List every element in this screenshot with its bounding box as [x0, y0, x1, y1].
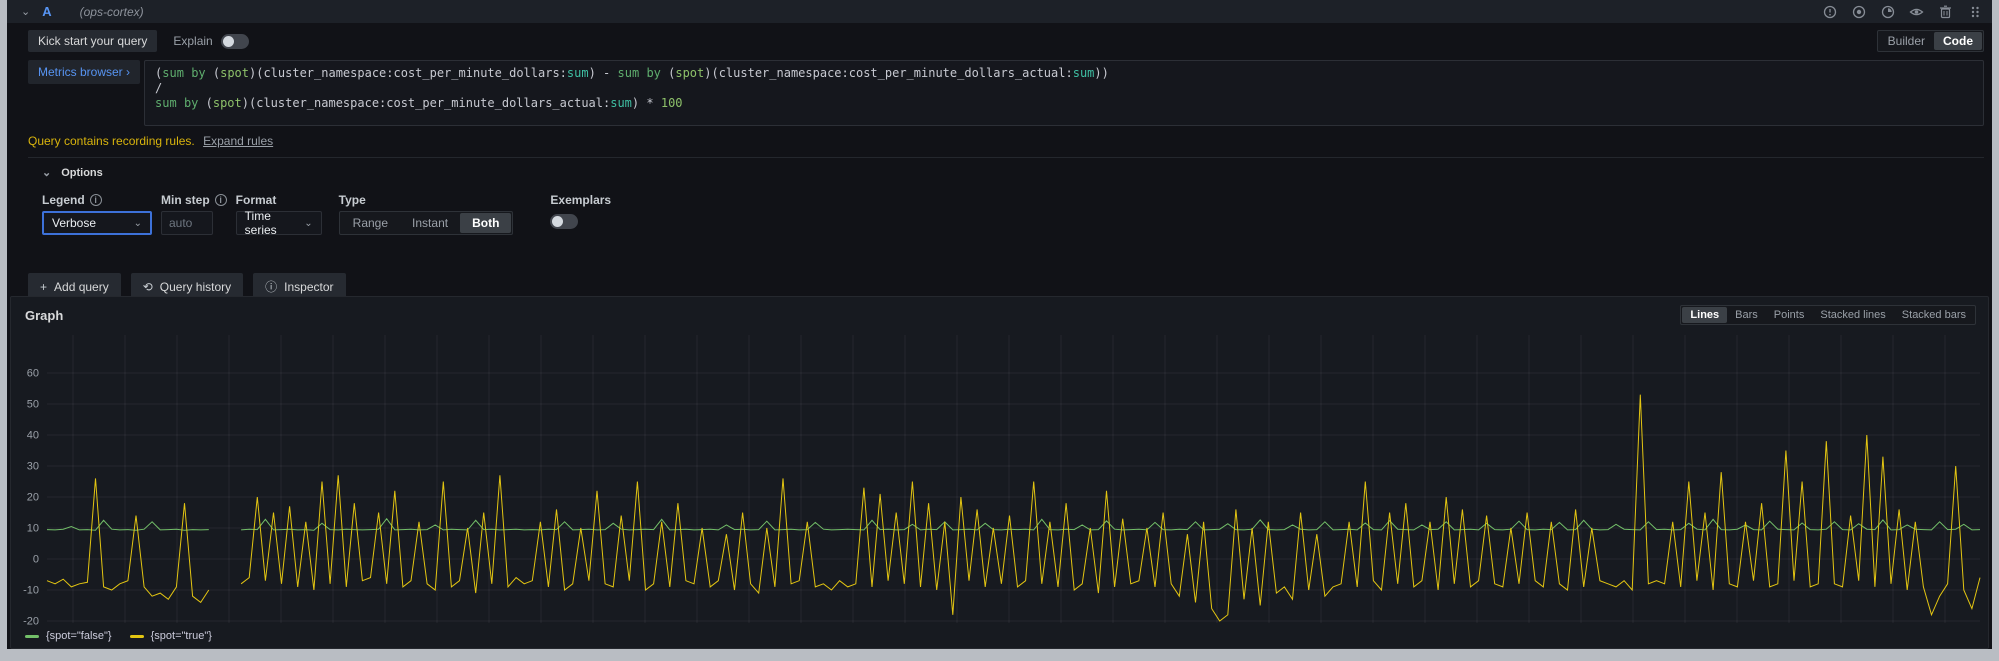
info-circle-icon: ⓘ — [265, 278, 277, 295]
svg-text:10: 10 — [27, 523, 39, 535]
query-row-header: ⌄ A (ops-cortex) — [7, 0, 1992, 23]
type-instant[interactable]: Instant — [400, 213, 460, 233]
series-swatch — [25, 635, 39, 638]
legend-label: Legend — [42, 193, 85, 207]
exemplars-label: Exemplars — [550, 193, 611, 207]
graph-mode-group: Lines Bars Points Stacked lines Stacked … — [1680, 305, 1976, 325]
svg-text:50: 50 — [27, 399, 39, 411]
info-icon: i — [215, 194, 227, 206]
metrics-browser-button[interactable]: Metrics browser › — [28, 60, 140, 84]
timeseries-chart[interactable]: 60 50 40 30 20 10 0 -10 -20 — [11, 327, 1988, 627]
query-ref-id: A — [42, 4, 51, 19]
explain-toggle[interactable] — [221, 34, 249, 49]
info-icon: i — [90, 194, 102, 206]
recording-rules-warning: Query contains recording rules. — [28, 134, 195, 148]
chevron-down-icon: ⌄ — [124, 218, 142, 229]
drag-handle-icon[interactable] — [1967, 4, 1982, 19]
type-label: Type — [339, 193, 366, 207]
eye-icon[interactable] — [1909, 4, 1924, 19]
graph-mode-stacked-lines[interactable]: Stacked lines — [1812, 307, 1893, 323]
kick-start-query-button[interactable]: Kick start your query — [28, 30, 157, 52]
trash-icon[interactable] — [1938, 4, 1953, 19]
collapse-query-icon[interactable]: ⌄ — [21, 5, 30, 18]
editor-mode-builder[interactable]: Builder — [1879, 32, 1934, 50]
options-section: ⌄ Options Legendi Verbose⌄ Min stepi For… — [28, 157, 1984, 235]
editor-mode-group: Builder Code — [1877, 30, 1984, 52]
series-swatch — [130, 635, 144, 638]
min-step-input[interactable] — [161, 211, 213, 235]
editor-mode-code[interactable]: Code — [1934, 32, 1982, 50]
legend-item-spot-false[interactable]: {spot="false"} — [25, 630, 112, 642]
legend-item-spot-true[interactable]: {spot="true"} — [130, 630, 212, 642]
type-both[interactable]: Both — [460, 213, 511, 233]
svg-text:20: 20 — [27, 492, 39, 504]
chevron-down-icon: ⌄ — [294, 218, 312, 229]
graph-panel-title: Graph — [25, 308, 63, 323]
explain-label: Explain — [173, 34, 212, 48]
svg-text:30: 30 — [27, 461, 39, 473]
exemplars-toggle[interactable] — [550, 214, 578, 229]
datasource-name: (ops-cortex) — [80, 5, 144, 19]
legend-select[interactable]: Verbose⌄ — [42, 211, 152, 235]
svg-text:0: 0 — [33, 554, 39, 566]
graph-mode-points[interactable]: Points — [1766, 307, 1813, 323]
graph-mode-lines[interactable]: Lines — [1682, 307, 1727, 323]
exclamation-circle-icon[interactable] — [1822, 4, 1837, 19]
promql-code-editor[interactable]: (sum by (spot)(cluster_namespace:cost_pe… — [144, 60, 1984, 126]
plus-icon: + — [40, 280, 47, 294]
history-icon: ⟲ — [143, 280, 153, 294]
graph-mode-bars[interactable]: Bars — [1727, 307, 1766, 323]
graph-mode-stacked-bars[interactable]: Stacked bars — [1894, 307, 1974, 323]
svg-text:-20: -20 — [23, 616, 39, 628]
format-label: Format — [236, 193, 277, 207]
svg-text:40: 40 — [27, 430, 39, 442]
svg-text:-10: -10 — [23, 585, 39, 597]
graph-panel: Graph Lines Bars Points Stacked lines St… — [10, 296, 1989, 649]
record-circle-icon[interactable] — [1851, 4, 1866, 19]
chart-legend: {spot="false"} {spot="true"} — [25, 630, 212, 642]
format-select[interactable]: Time series⌄ — [236, 211, 322, 235]
clock-icon[interactable] — [1880, 4, 1895, 19]
chevron-down-icon: ⌄ — [42, 166, 51, 179]
explore-view: ⌄ A (ops-cortex) — [7, 0, 1992, 649]
svg-text:60: 60 — [27, 368, 39, 380]
expand-rules-link[interactable]: Expand rules — [203, 134, 273, 148]
query-row-actions — [1822, 4, 1982, 19]
type-range[interactable]: Range — [341, 213, 400, 233]
options-collapse[interactable]: ⌄ Options — [42, 166, 1984, 179]
query-type-group: Range Instant Both — [339, 211, 514, 235]
min-step-label: Min step — [161, 193, 210, 207]
